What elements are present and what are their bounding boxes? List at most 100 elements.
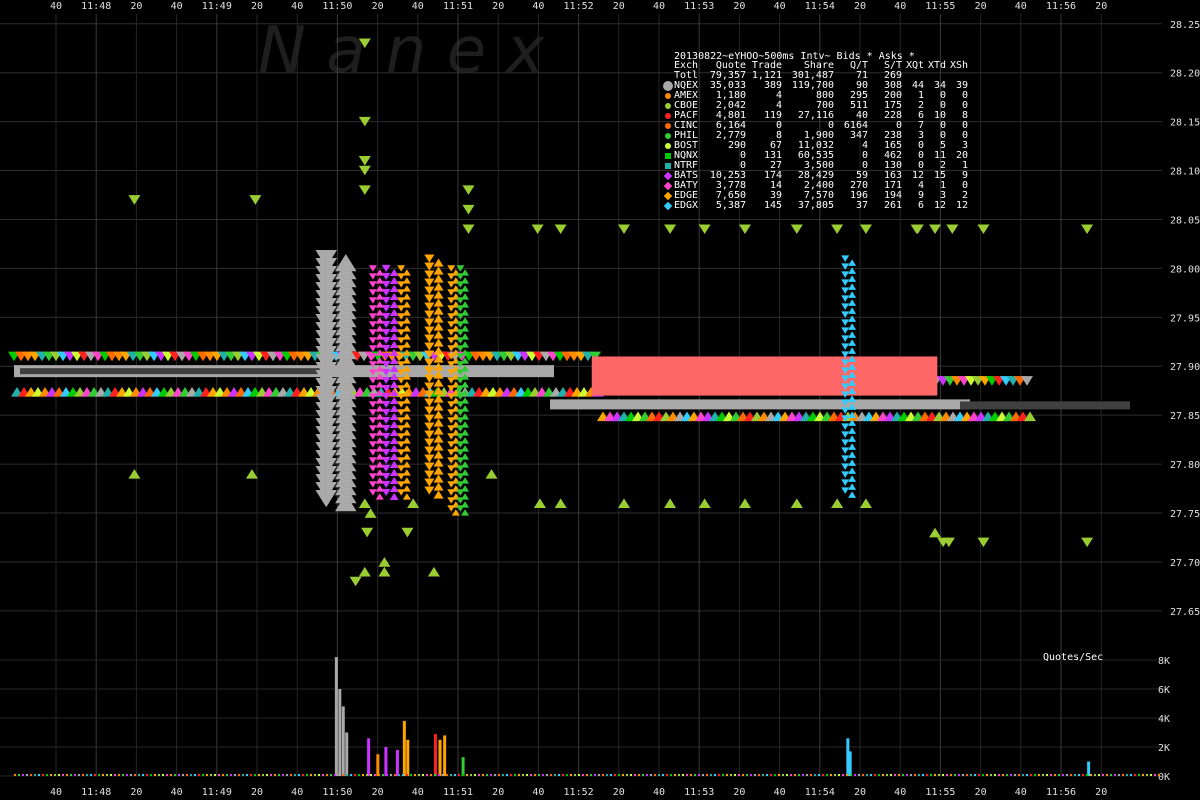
x-tick-label-top: 40 <box>171 1 183 12</box>
volume-bar-small <box>706 774 708 776</box>
volume-bar-small <box>54 774 56 776</box>
legend-marker-icon <box>662 143 674 149</box>
volume-bar-small <box>338 774 340 776</box>
spike-marker <box>841 279 850 286</box>
spike-marker <box>375 429 384 436</box>
spike-marker <box>841 423 850 430</box>
volume-bar-small <box>818 774 820 776</box>
spike-marker <box>433 298 444 307</box>
volume-bar-small <box>938 774 940 776</box>
x-tick-label-top: 40 <box>894 1 906 12</box>
volume-bar-small <box>230 774 232 776</box>
spike-marker <box>433 282 444 291</box>
spike-marker <box>368 281 377 288</box>
volume-bar-small <box>850 774 852 776</box>
spike-marker <box>433 322 444 331</box>
volume-bar-small <box>134 774 136 776</box>
volume-bar-small <box>26 774 28 776</box>
lone-ask-marker <box>1081 537 1094 548</box>
spike-marker <box>433 378 444 387</box>
volume-bar <box>438 739 442 776</box>
volume-bar-small <box>334 774 336 776</box>
spike-marker <box>381 416 391 424</box>
spike-marker <box>381 432 391 440</box>
lone-ask-marker <box>1081 224 1094 235</box>
spike-marker <box>841 479 850 486</box>
volume-bar <box>338 689 342 776</box>
spike-marker <box>424 470 435 479</box>
legend-marker-icon <box>662 133 674 139</box>
spike-marker <box>841 303 850 310</box>
volume-bar-small <box>314 774 316 776</box>
volume-bar-small <box>838 774 840 776</box>
x-tick-label-bottom: 11:54 <box>805 787 835 798</box>
spike-marker <box>447 313 456 320</box>
spike-marker <box>433 466 444 475</box>
spike-marker <box>368 409 377 416</box>
spike-marker <box>433 330 444 339</box>
volume-bar-small <box>646 774 648 776</box>
volume-bar-small <box>674 774 676 776</box>
spike-marker <box>424 294 435 303</box>
x-tick-label-bottom: 20 <box>1095 787 1107 798</box>
volume-bar-small <box>114 774 116 776</box>
exchange-legend: Exch Quote Trade Share Q/T S/T XQt XTd XSh Totl 79… <box>662 61 968 211</box>
spike-marker <box>315 489 337 508</box>
nbbo-band-late <box>550 399 970 410</box>
spike-marker <box>447 377 456 384</box>
x-tick-label-bottom: 11:48 <box>81 787 111 798</box>
volume-bar-small <box>678 774 680 776</box>
spike-marker <box>389 484 399 492</box>
volume-bar-small <box>562 774 564 776</box>
volume-bar-small <box>590 774 592 776</box>
spike-marker <box>397 377 406 384</box>
x-tick-label-top: 40 <box>653 1 665 12</box>
volume-bar-small <box>258 774 260 776</box>
spike-marker <box>368 457 377 464</box>
volume-bar-small <box>238 774 240 776</box>
spike-marker <box>848 395 857 402</box>
spike-marker <box>841 319 850 326</box>
y-tick-label: 27.65 <box>1170 607 1200 618</box>
volume-bar-small <box>1086 774 1088 776</box>
spike-marker <box>424 414 435 423</box>
volume-tick-label: 6K <box>1158 685 1170 696</box>
x-tick-label-top: 11:55 <box>925 1 955 12</box>
lone-ask-marker <box>401 527 414 538</box>
volume-bar-small <box>1014 774 1016 776</box>
legend-cell: 12 <box>933 200 946 211</box>
legend-marker-icon <box>662 103 674 109</box>
volume-bar-small <box>62 774 64 776</box>
volume-bar-small <box>530 774 532 776</box>
x-tick-label-top: 11:54 <box>805 1 835 12</box>
spike-marker <box>433 434 444 443</box>
volume-bar-small <box>462 774 464 776</box>
spike-marker <box>447 449 456 456</box>
volume-bar-small <box>1114 774 1116 776</box>
spike-marker <box>368 417 377 424</box>
spike-marker <box>368 489 377 496</box>
volume-bar-small <box>422 774 424 776</box>
volume-bar <box>367 738 371 776</box>
spike-marker <box>389 396 399 404</box>
spike-marker <box>841 335 850 342</box>
volume-bar-small <box>554 774 556 776</box>
spike-marker <box>848 315 857 322</box>
spike-marker <box>424 446 435 455</box>
volume-bar-small <box>430 774 432 776</box>
volume-tick-label: 2K <box>1158 743 1170 754</box>
lone-bid-marker <box>485 469 498 479</box>
spike-marker <box>375 477 384 484</box>
volume-bar-small <box>74 774 76 776</box>
volume-bar <box>334 657 338 776</box>
volume-bar-small <box>1066 774 1068 776</box>
spike-marker <box>368 297 377 304</box>
spike-marker <box>375 277 384 284</box>
spike-marker <box>848 331 857 338</box>
spike-marker <box>848 339 857 346</box>
volume-bar-small <box>146 774 148 776</box>
volume-bar-small <box>478 774 480 776</box>
y-tick-label: 27.80 <box>1170 460 1200 471</box>
volume-bar-small <box>550 774 552 776</box>
volume-bar-small <box>614 774 616 776</box>
